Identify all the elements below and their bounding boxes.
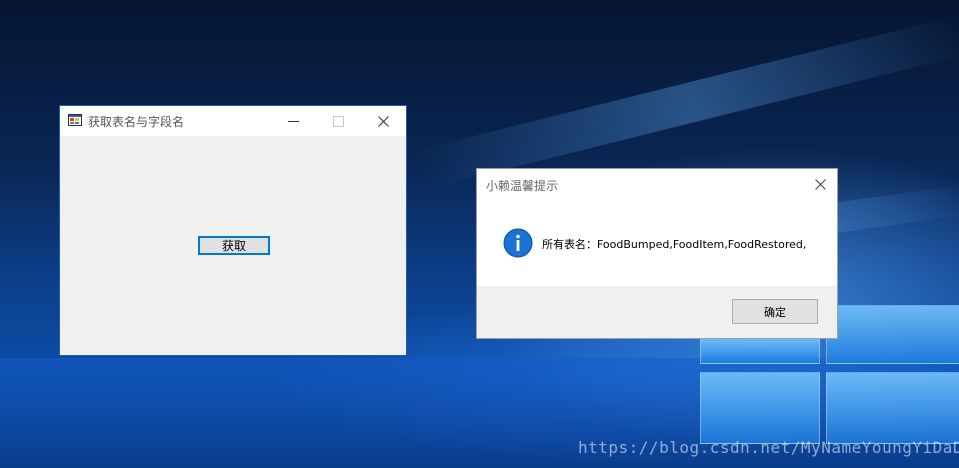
message-box-title: 小赖温馨提示 xyxy=(486,179,559,193)
main-window-titlebar[interactable]: 获取表名与字段名 xyxy=(60,106,406,136)
main-window: 获取表名与字段名 获取 xyxy=(59,105,407,356)
maximize-icon xyxy=(333,115,344,127)
main-window-title: 获取表名与字段名 xyxy=(88,115,185,129)
message-text: 所有表名：FoodBumped,FoodItem,FoodRestored, xyxy=(542,238,807,251)
close-icon xyxy=(814,178,826,190)
wallpaper-window-pane xyxy=(826,372,959,444)
message-box-footer: 确定 xyxy=(477,286,837,338)
close-button[interactable] xyxy=(361,106,406,136)
minimize-button[interactable] xyxy=(271,106,316,136)
close-icon xyxy=(378,115,389,127)
message-box-close-button[interactable] xyxy=(803,169,837,199)
message-box: 小赖温馨提示 所有表名：FoodBumped,FoodItem,FoodRest… xyxy=(476,168,838,339)
csdn-watermark: https://blog.csdn.net/MyNameYoungYiDaDai xyxy=(578,438,959,457)
minimize-icon xyxy=(288,120,299,122)
wallpaper-light-beam xyxy=(415,15,959,190)
wallpaper-window-pane xyxy=(700,372,820,444)
wallpaper-window-pane xyxy=(700,338,820,364)
app-form-icon xyxy=(68,114,82,126)
message-box-titlebar[interactable]: 小赖温馨提示 xyxy=(477,169,837,199)
wallpaper-window-pane xyxy=(826,305,959,364)
maximize-button[interactable] xyxy=(316,106,361,136)
get-button[interactable]: 获取 xyxy=(198,236,270,255)
info-icon xyxy=(503,228,533,258)
ok-button[interactable]: 确定 xyxy=(732,299,818,324)
